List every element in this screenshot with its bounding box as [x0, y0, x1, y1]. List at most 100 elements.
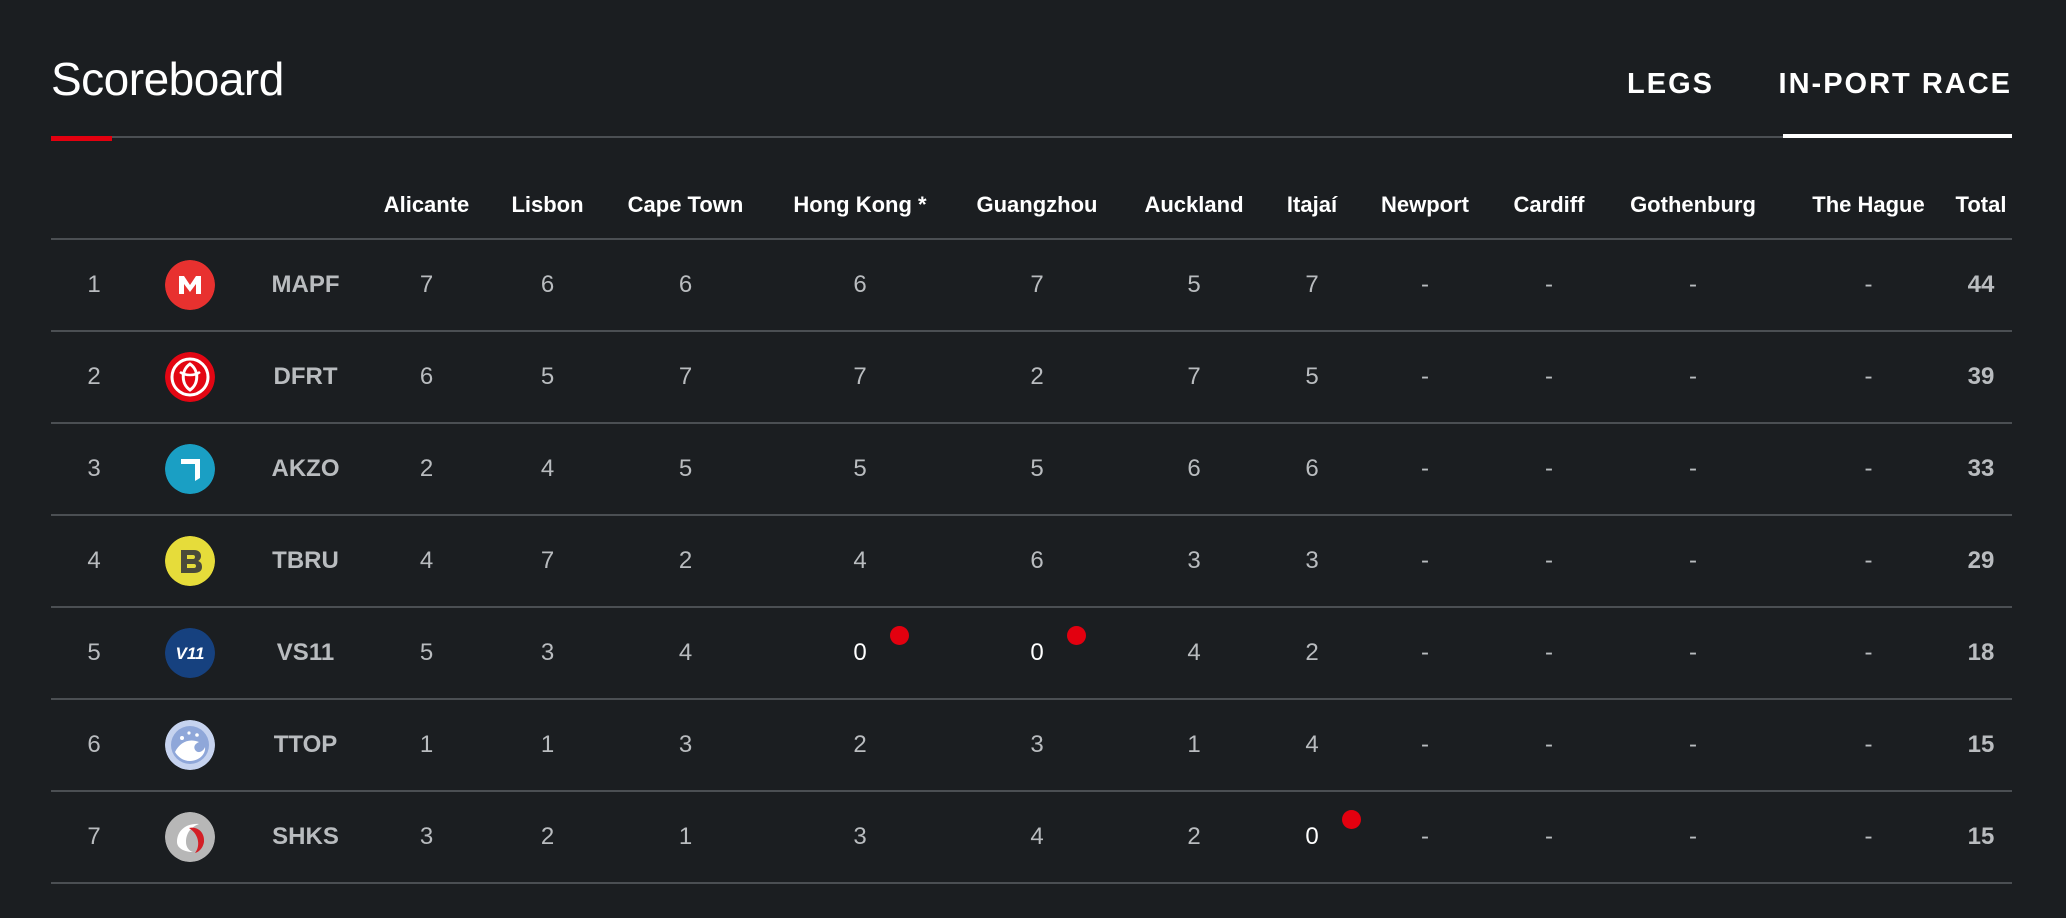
score-value: - — [1689, 271, 1697, 299]
score-value: 6 — [1187, 455, 1200, 483]
score-cell: - — [1499, 423, 1599, 516]
score-text: 6 — [853, 271, 867, 298]
score-text: 4 — [853, 547, 867, 574]
score-text: - — [1864, 731, 1873, 758]
score-cell: - — [1787, 239, 1950, 332]
column-header: Itajaí — [1273, 172, 1351, 240]
score-value: 5 — [420, 639, 433, 667]
table-row[interactable]: 2 DFRT 6 5 7 7 2 7 5 - - - - 39 — [51, 331, 2012, 424]
score-text: 7 — [853, 363, 867, 390]
team-name[interactable]: MAPF — [243, 239, 368, 332]
tab-in-port-race[interactable]: IN-PORT RACE — [1779, 68, 2012, 101]
score-text: 6 — [540, 271, 555, 298]
table-row[interactable]: 3 AKZO 2 4 5 5 5 6 6 - - - - 33 — [51, 423, 2012, 516]
score-value: - — [1689, 639, 1697, 667]
score-value: - — [1421, 639, 1429, 667]
table-row[interactable]: 4 TBRU 4 7 2 4 6 3 3 - - - - 29 — [51, 515, 2012, 608]
score-value: - — [1865, 731, 1873, 759]
score-cell: 4 — [1115, 607, 1273, 700]
tab-legs[interactable]: LEGS — [1627, 68, 1714, 101]
score-value: - — [1865, 547, 1873, 575]
table-row[interactable]: 7 SHKS 3 2 1 3 4 2 0 - - - - 15 — [51, 791, 2012, 884]
score-text: 7 — [419, 271, 434, 298]
akzonobel-icon — [165, 444, 215, 494]
team-name[interactable]: AKZO — [243, 423, 368, 516]
score-value: 4 — [679, 639, 692, 667]
score-value: 7 — [420, 271, 433, 299]
score-cell: - — [1499, 791, 1599, 884]
score-text: 7 — [1030, 271, 1044, 298]
table-row[interactable]: 6 TTOP 1 1 3 2 3 1 4 - - - - 15 — [51, 699, 2012, 792]
score-value: 7 — [1187, 363, 1200, 391]
column-header: Lisbon — [485, 172, 610, 240]
score-text: 4 — [678, 639, 693, 666]
total-cell: 15 — [1950, 699, 2012, 792]
score-cell: - — [1351, 331, 1499, 424]
score-text: 5 — [678, 455, 693, 482]
table-row[interactable]: 5 V11 VS11 5 3 4 0 0 4 2 - - - - 18 — [51, 607, 2012, 700]
score-cell: - — [1599, 423, 1787, 516]
penalty-dot-icon[interactable] — [1341, 810, 1361, 829]
score-value: 7 — [679, 363, 692, 391]
column-header — [51, 172, 137, 240]
team-name[interactable]: TTOP — [243, 699, 368, 792]
score-text: 4 — [1030, 823, 1044, 850]
score-cell: 4 — [1273, 699, 1351, 792]
score-cell: 2 — [1115, 791, 1273, 884]
rank-cell: 4 — [51, 515, 137, 608]
rank-cell: 7 — [51, 791, 137, 884]
column-header: Auckland — [1115, 172, 1273, 240]
score-value: 4 — [1305, 731, 1318, 759]
score-cell: - — [1499, 239, 1599, 332]
score-value: 5 — [1305, 363, 1318, 391]
penalty-dot-icon[interactable] — [1066, 626, 1086, 645]
team-logo-cell: V11 — [137, 607, 243, 700]
score-cell: 6 — [959, 515, 1115, 608]
penalty-dot-icon[interactable] — [889, 626, 909, 645]
score-value: 3 — [1187, 547, 1200, 575]
column-header: Guangzhou — [959, 172, 1115, 240]
score-text: - — [1545, 363, 1553, 390]
score-cell: 0 — [959, 607, 1115, 700]
score-cell: - — [1787, 423, 1950, 516]
score-value: - — [1689, 731, 1697, 759]
score-cell: - — [1351, 423, 1499, 516]
table-row[interactable]: 1 MAPF 7 6 6 6 7 5 7 - - - - 44 — [51, 239, 2012, 332]
score-text: 4 — [540, 455, 555, 482]
score-text: - — [1864, 271, 1873, 298]
score-value: 2 — [1305, 639, 1318, 667]
score-cell: - — [1499, 331, 1599, 424]
rank-cell: 5 — [51, 607, 137, 700]
score-text: - — [1545, 271, 1553, 298]
score-text: 5 — [1187, 271, 1201, 298]
score-cell: 3 — [368, 791, 485, 884]
score-value: - — [1545, 639, 1553, 667]
score-text: - — [1421, 823, 1429, 850]
score-text: 1 — [540, 731, 555, 758]
score-text: - — [1545, 639, 1553, 666]
team-name[interactable]: DFRT — [243, 331, 368, 424]
scoreboard-header: Scoreboard LEGS IN-PORT RACE — [51, 0, 2012, 141]
score-value: 7 — [853, 363, 866, 391]
score-cell: 2 — [1273, 607, 1351, 700]
score-cell: 6 — [1273, 423, 1351, 516]
score-value: 3 — [541, 639, 554, 667]
score-value: 5 — [1030, 455, 1043, 483]
score-value: 6 — [679, 271, 692, 299]
score-text: 5 — [419, 639, 434, 666]
score-value: 2 — [541, 823, 554, 851]
score-value: 5 — [541, 363, 554, 391]
score-value: 7 — [1305, 271, 1318, 299]
team-name[interactable]: SHKS — [243, 791, 368, 884]
team-name[interactable]: TBRU — [243, 515, 368, 608]
score-value: 3 — [853, 823, 866, 851]
team-name[interactable]: VS11 — [243, 607, 368, 700]
score-value: - — [1545, 455, 1553, 483]
score-value: 6 — [541, 271, 554, 299]
score-cell: 4 — [959, 791, 1115, 884]
score-cell: - — [1351, 515, 1499, 608]
score-cell: 4 — [368, 515, 485, 608]
column-header — [243, 172, 368, 240]
score-text: - — [1689, 639, 1697, 666]
score-text: 2 — [540, 823, 555, 850]
